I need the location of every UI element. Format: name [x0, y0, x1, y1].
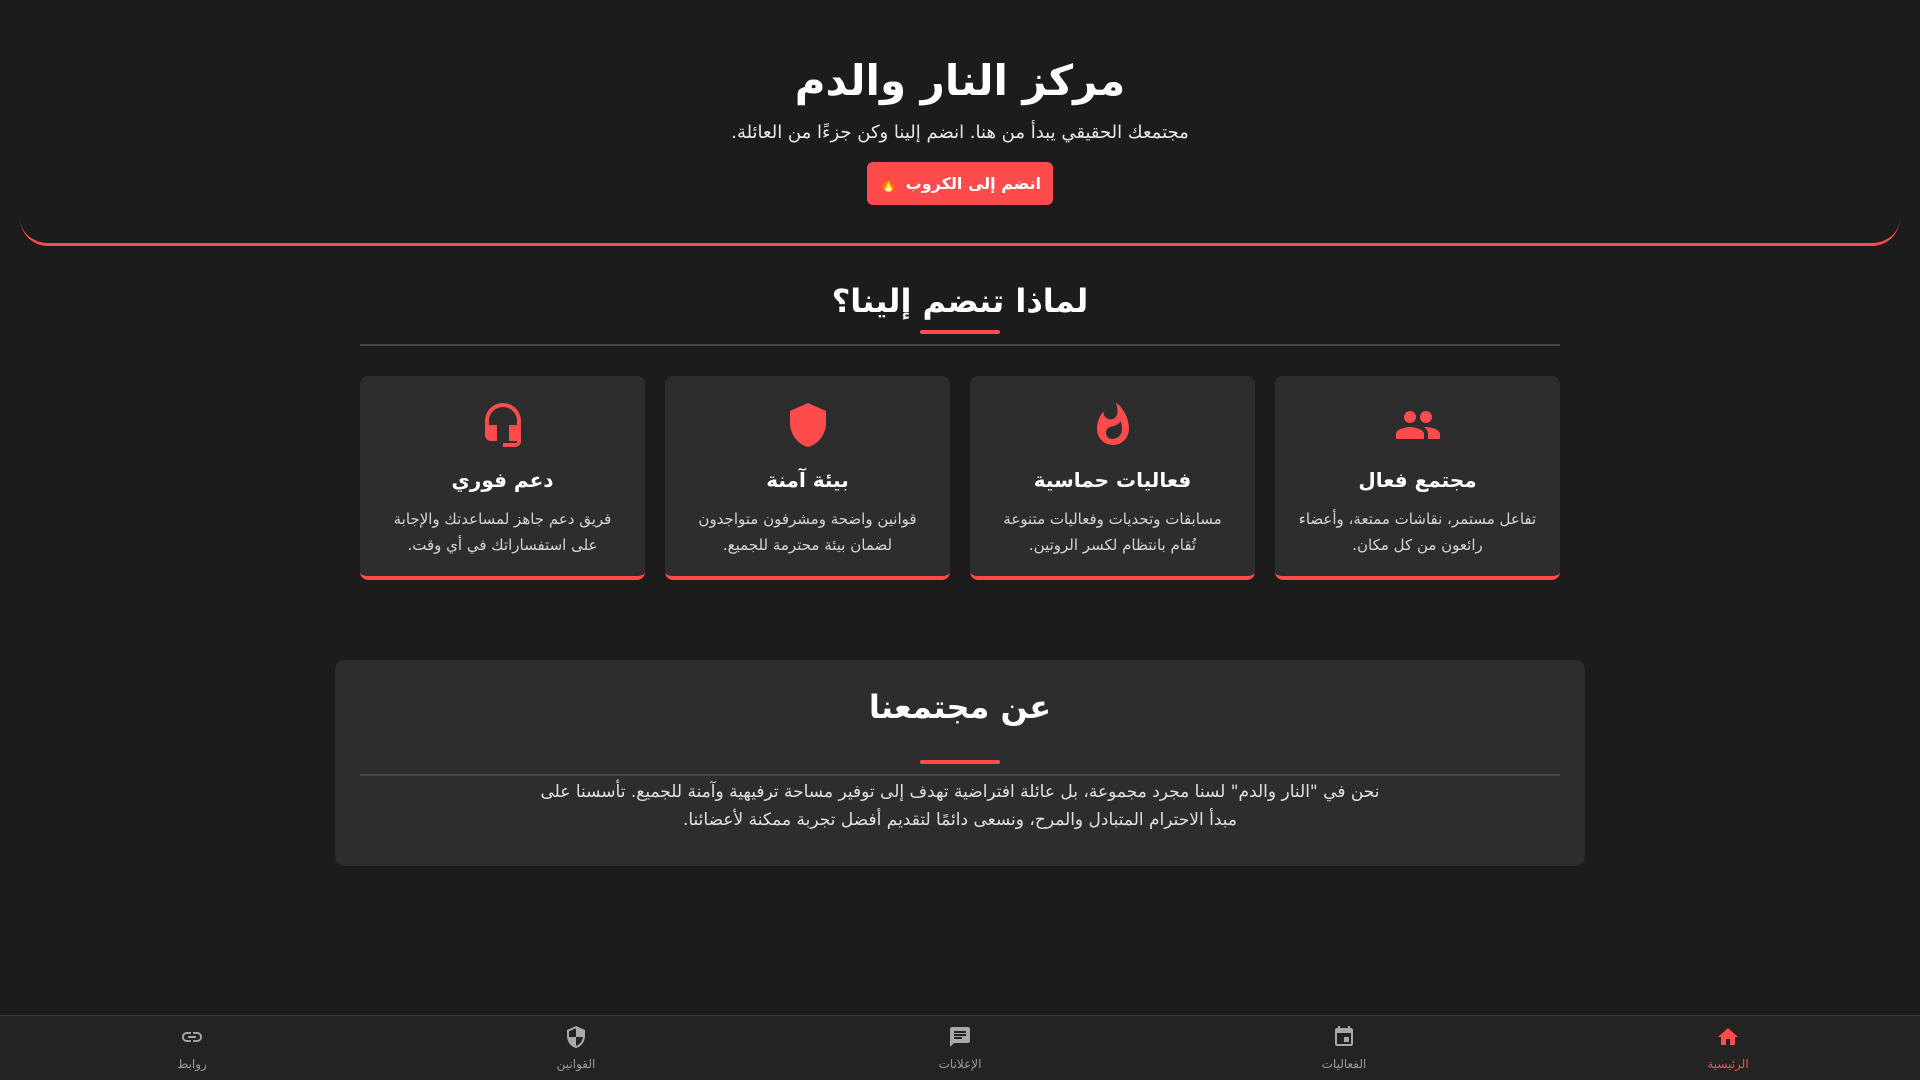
feature-card-events: فعاليات حماسية مسابقات وتحديات وفعاليات …: [970, 376, 1255, 580]
nav-item-announcements[interactable]: الإعلانات: [768, 1016, 1152, 1080]
nav-label: الفعاليات: [1321, 1057, 1367, 1071]
page-title: مركز النار والدم: [794, 56, 1126, 105]
nav-item-home[interactable]: الرئيسية: [1536, 1016, 1920, 1080]
feature-card-support: دعم فوري فريق دعم جاهز لمساعدتك والإجابة…: [360, 376, 645, 580]
about-text: نحن في "النار والدم" لسنا مجرد مجموعة، ب…: [540, 782, 1380, 830]
feature-title: فعاليات حماسية: [1033, 468, 1192, 492]
home-icon: [1716, 1025, 1740, 1053]
about-section: عن مجتمعنا نحن في "النار والدم" لسنا مجر…: [335, 660, 1585, 866]
heading-accent-bar: [920, 760, 1000, 764]
nav-label: روابط: [177, 1057, 207, 1071]
hero-section: مركز النار والدم مجتمعك الحقيقي يبدأ من …: [20, 0, 1900, 246]
heading-accent-bar: [920, 330, 1000, 334]
nav-label: القوانين: [556, 1057, 596, 1071]
feature-description: قوانين واضحة ومشرفون متواجدون لضمان بيئة…: [698, 510, 917, 554]
why-join-heading-block: لماذا تنضم إلينا؟: [360, 282, 1560, 346]
nav-label: الإعلانات: [938, 1057, 982, 1071]
heading-divider: [360, 344, 1560, 346]
feature-title: بيئة آمنة: [766, 468, 849, 492]
about-heading-block: عن مجتمعنا: [360, 688, 1560, 776]
feature-description: فريق دعم جاهز لمساعدتك والإجابة على استف…: [393, 510, 612, 554]
nav-item-links[interactable]: روابط: [0, 1016, 384, 1080]
feature-title: مجتمع فعال: [1358, 468, 1477, 492]
about-heading: عن مجتمعنا: [868, 688, 1052, 726]
why-join-heading: لماذا تنضم إلينا؟: [831, 282, 1089, 320]
shield-icon: [665, 400, 950, 450]
features-grid: مجتمع فعال تفاعل مستمر، نقاشات ممتعة، وأ…: [360, 376, 1560, 580]
feature-description: مسابقات وتحديات وفعاليات متنوعة تُقام با…: [1003, 510, 1222, 554]
heading-divider: [360, 774, 1560, 776]
group-icon: [1275, 400, 1560, 450]
nav-item-events[interactable]: الفعاليات: [1152, 1016, 1536, 1080]
join-group-button[interactable]: انضم إلى الكروب 🔥: [867, 162, 1053, 205]
chat-icon: [948, 1025, 972, 1053]
feature-description: تفاعل مستمر، نقاشات ممتعة، وأعضاء رائعون…: [1298, 510, 1537, 554]
nav-item-rules[interactable]: القوانين: [384, 1016, 768, 1080]
hero-subtitle: مجتمعك الحقيقي يبدأ من هنا. انضم إلينا و…: [731, 122, 1189, 143]
nav-label: الرئيسية: [1707, 1057, 1749, 1071]
link-icon: [180, 1025, 204, 1053]
join-button-label: انضم إلى الكروب: [905, 174, 1042, 193]
calendar-icon: [1332, 1025, 1356, 1053]
bottom-nav: الرئيسية الفعاليات الإعلانات القوانين رو…: [0, 1015, 1920, 1080]
flame-icon: [970, 400, 1255, 450]
fire-emoji-icon: 🔥: [878, 174, 898, 193]
feature-title: دعم فوري: [451, 468, 554, 492]
shield-icon: [564, 1025, 588, 1053]
feature-card-community: مجتمع فعال تفاعل مستمر، نقاشات ممتعة، وأ…: [1275, 376, 1560, 580]
headset-icon: [360, 400, 645, 450]
feature-card-safety: بيئة آمنة قوانين واضحة ومشرفون متواجدون …: [665, 376, 950, 580]
